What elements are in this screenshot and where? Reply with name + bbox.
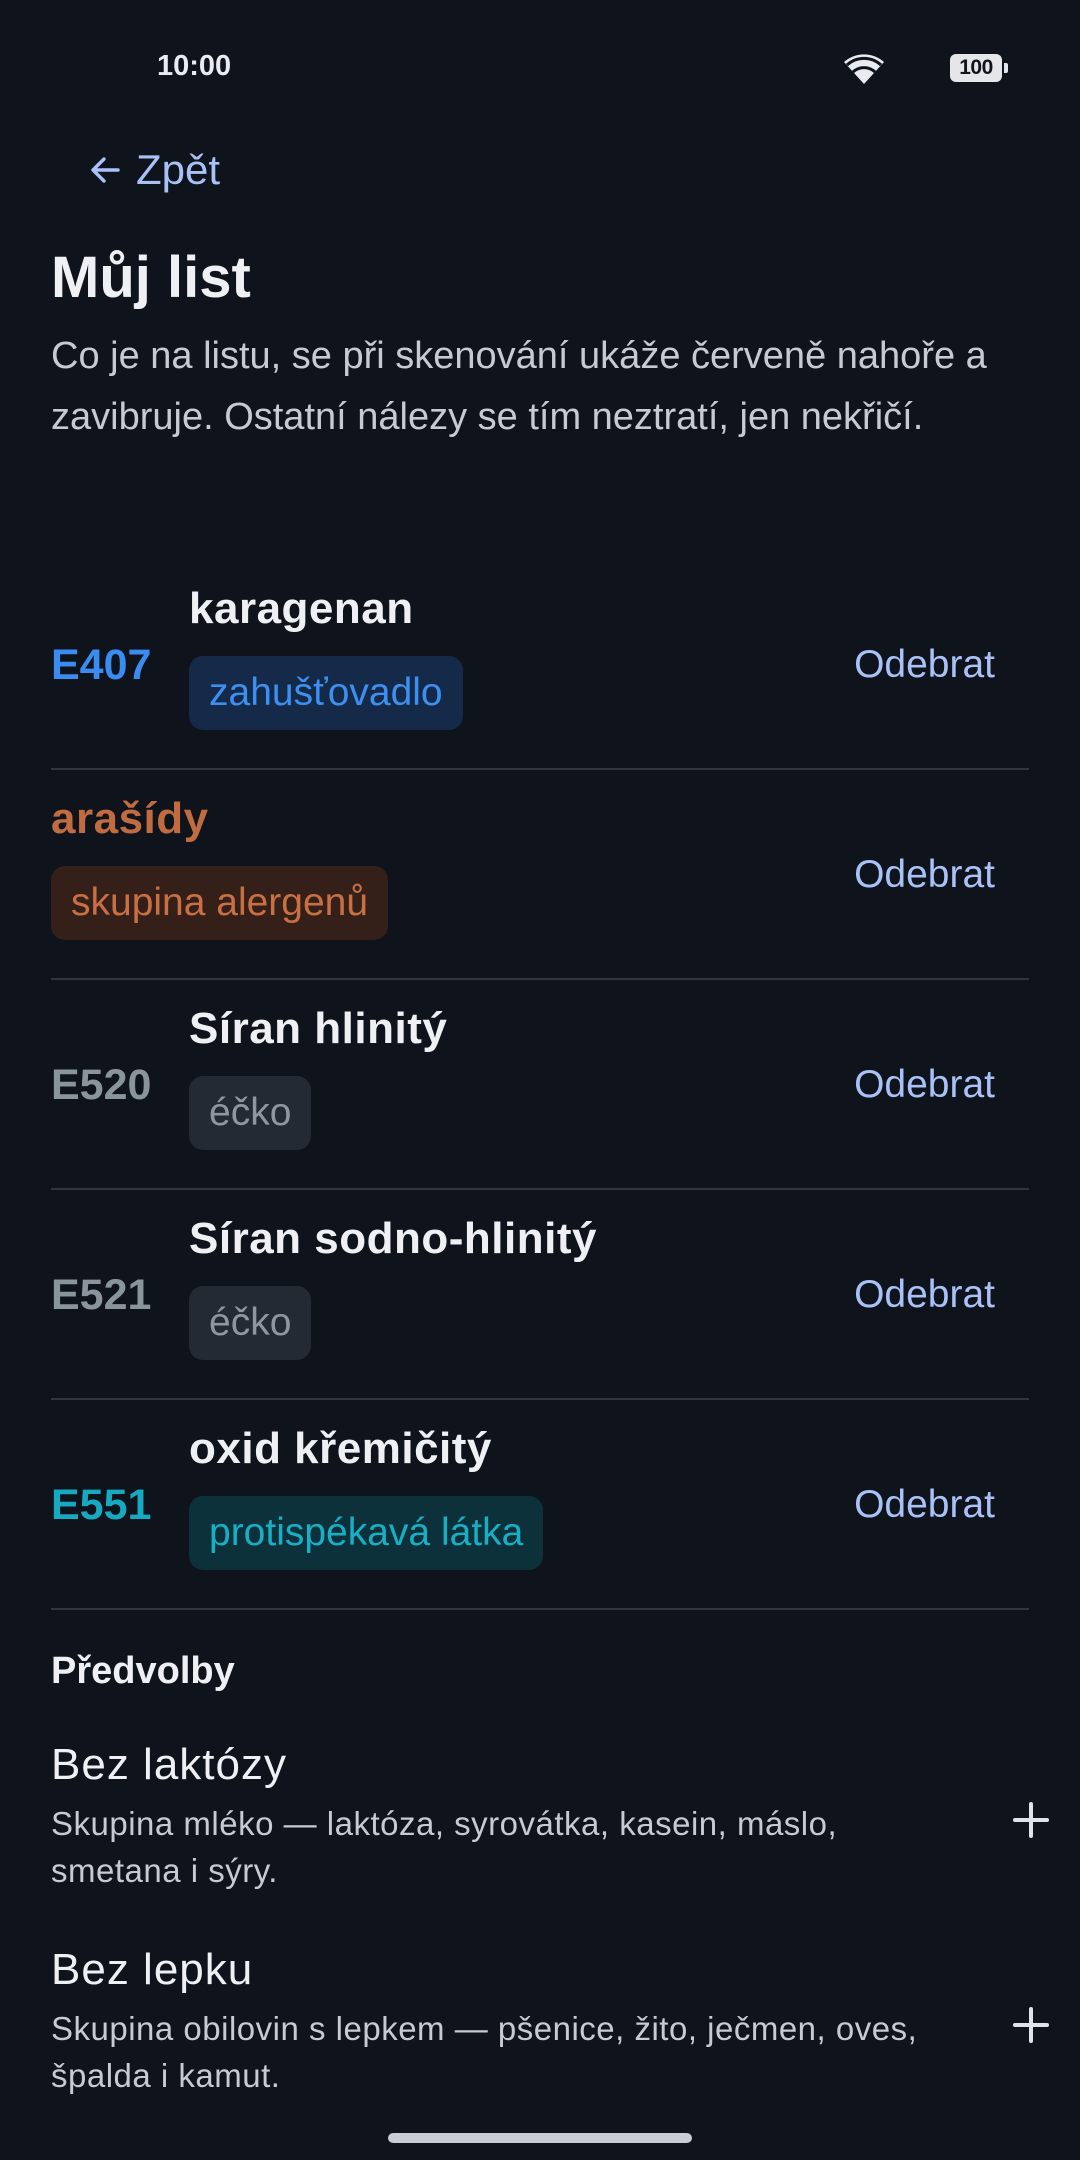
preset-item[interactable]: Bez laktózy Skupina mléko — laktóza, syr… bbox=[51, 1740, 1051, 1894]
remove-button[interactable]: Odebrat bbox=[854, 560, 995, 770]
status-bar: 10:00 100 bbox=[0, 0, 1080, 130]
remove-button[interactable]: Odebrat bbox=[854, 980, 995, 1190]
item-name: arašídy bbox=[51, 794, 209, 843]
back-button[interactable]: Zpět bbox=[88, 140, 220, 200]
item-name: Síran sodno-hlinitý bbox=[189, 1214, 597, 1263]
page-title: Můj list bbox=[51, 245, 251, 310]
item-code: E407 bbox=[51, 640, 152, 689]
preset-description: Skupina obilovin s lepkem — pšenice, žit… bbox=[51, 2010, 918, 2094]
list-item: E520 Síran hlinitý éčko Odebrat bbox=[51, 980, 1029, 1190]
status-time: 10:00 bbox=[157, 50, 232, 82]
item-code: E520 bbox=[51, 1060, 152, 1109]
preset-name: Bez lepku bbox=[51, 1945, 254, 1994]
wifi-icon bbox=[844, 54, 884, 84]
remove-button[interactable]: Odebrat bbox=[854, 1190, 995, 1400]
preset-name: Bez laktózy bbox=[51, 1740, 287, 1789]
arrow-left-icon bbox=[91, 157, 120, 183]
item-code: E521 bbox=[51, 1270, 152, 1319]
list-item: E521 Síran sodno-hlinitý éčko Odebrat bbox=[51, 1190, 1029, 1400]
preset-item[interactable]: Bez lepku Skupina obilovin s lepkem — pš… bbox=[51, 1945, 1051, 2099]
battery-level: 100 bbox=[959, 56, 993, 79]
battery-icon: 100 bbox=[950, 54, 1008, 82]
list-item: arašídy skupina alergenů Odebrat bbox=[51, 770, 1029, 980]
list-item: E407 karagenan zahušťovadlo Odebrat bbox=[51, 560, 1029, 770]
remove-button[interactable]: Odebrat bbox=[854, 770, 995, 980]
category-badge: éčko bbox=[189, 1076, 312, 1150]
category-badge: skupina alergenů bbox=[51, 866, 389, 940]
category-badge: protispékavá látka bbox=[189, 1496, 544, 1570]
category-badge: zahušťovadlo bbox=[189, 656, 463, 730]
plus-icon[interactable] bbox=[1011, 2005, 1051, 2045]
item-name: karagenan bbox=[189, 584, 414, 633]
item-name: Síran hlinitý bbox=[189, 1004, 448, 1053]
watch-list: E407 karagenan zahušťovadlo Odebrat araš… bbox=[51, 560, 1029, 1610]
category-badge: éčko bbox=[189, 1286, 312, 1360]
back-label: Zpět bbox=[136, 146, 221, 193]
remove-button[interactable]: Odebrat bbox=[854, 1400, 995, 1610]
page-description: Co je na listu, se při skenování ukáže č… bbox=[51, 335, 987, 438]
list-item: E551 oxid křemičitý protispékavá látka O… bbox=[51, 1400, 1029, 1610]
presets-heading: Předvolby bbox=[51, 1650, 235, 1692]
plus-icon[interactable] bbox=[1011, 1800, 1051, 1840]
item-code: E551 bbox=[51, 1480, 152, 1529]
item-name: oxid křemičitý bbox=[189, 1424, 492, 1473]
home-indicator[interactable] bbox=[388, 2133, 692, 2143]
preset-description: Skupina mléko — laktóza, syrovátka, kase… bbox=[51, 1805, 838, 1889]
